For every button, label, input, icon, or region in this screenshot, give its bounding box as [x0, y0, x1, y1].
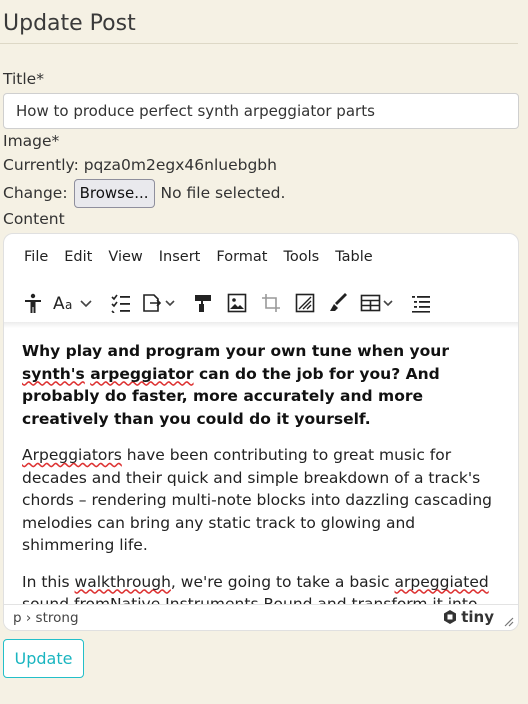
- editor-menubar: File Edit View Insert Format Tools Table: [4, 234, 518, 280]
- font-size-icon: Aa: [53, 294, 92, 313]
- lead-paragraph: Why play and program your own tune when …: [22, 342, 449, 428]
- editor-statusbar: p › strong tiny: [4, 604, 518, 630]
- svg-text:a: a: [65, 298, 72, 312]
- insert-icon: [143, 294, 175, 312]
- format-painter-icon: [195, 295, 211, 312]
- list-button[interactable]: [404, 286, 438, 320]
- list-icon: [412, 296, 430, 313]
- page-title: Update Post: [3, 11, 136, 36]
- editor-toolbar: Aa: [4, 282, 518, 324]
- body-paragraph-1: Arpeggiators have been contributing to g…: [22, 446, 493, 554]
- content-label: Content: [3, 210, 65, 228]
- format-painter-button[interactable]: [186, 286, 220, 320]
- image-icon: [227, 293, 247, 313]
- no-file-text: No file selected.: [160, 184, 286, 202]
- menu-tools[interactable]: Tools: [275, 245, 327, 269]
- rich-text-editor: File Edit View Insert Format Tools Table…: [3, 233, 519, 631]
- title-input[interactable]: [3, 93, 519, 129]
- menu-table[interactable]: Table: [327, 245, 381, 269]
- tiny-brand[interactable]: tiny: [442, 608, 494, 626]
- current-image-text: Currently: pqza0m2egx46nluebgbh: [3, 156, 277, 174]
- edit-image-button[interactable]: [288, 286, 322, 320]
- checklist-icon: [111, 294, 130, 313]
- accessibility-button[interactable]: [16, 286, 50, 320]
- resize-handle-icon[interactable]: [504, 617, 514, 627]
- update-button[interactable]: Update: [3, 639, 84, 678]
- image-button[interactable]: [220, 286, 254, 320]
- image-label: Image*: [3, 132, 60, 150]
- body-paragraph-2: In this walkthrough, we're going to take…: [22, 572, 489, 607]
- menu-format[interactable]: Format: [208, 245, 275, 269]
- brand-text: tiny: [461, 608, 494, 626]
- title-divider: [0, 43, 518, 44]
- insert-dropdown[interactable]: [138, 286, 186, 320]
- svg-text:A: A: [53, 294, 65, 313]
- file-change-row: Change: Browse... No file selected.: [3, 178, 285, 208]
- highlighter-button[interactable]: [322, 286, 356, 320]
- change-label: Change:: [3, 184, 68, 202]
- element-path[interactable]: p › strong: [13, 610, 79, 626]
- menu-file[interactable]: File: [16, 245, 56, 269]
- crop-icon: [262, 294, 280, 312]
- crop-button[interactable]: [254, 286, 288, 320]
- title-label: Title*: [3, 70, 44, 88]
- menu-view[interactable]: View: [100, 245, 150, 269]
- menu-insert[interactable]: Insert: [151, 245, 209, 269]
- font-size-dropdown[interactable]: Aa: [50, 286, 104, 320]
- table-icon: [360, 294, 393, 312]
- tiny-logo-icon: [444, 610, 457, 624]
- editor-content[interactable]: Why play and program your own tune when …: [4, 328, 518, 606]
- highlighter-icon: [330, 293, 347, 311]
- menu-edit[interactable]: Edit: [56, 245, 100, 269]
- table-dropdown[interactable]: [356, 286, 404, 320]
- accessibility-icon: [25, 293, 41, 313]
- edit-image-icon: [295, 293, 315, 313]
- checklist-button[interactable]: [104, 286, 138, 320]
- browse-button[interactable]: Browse...: [73, 178, 155, 208]
